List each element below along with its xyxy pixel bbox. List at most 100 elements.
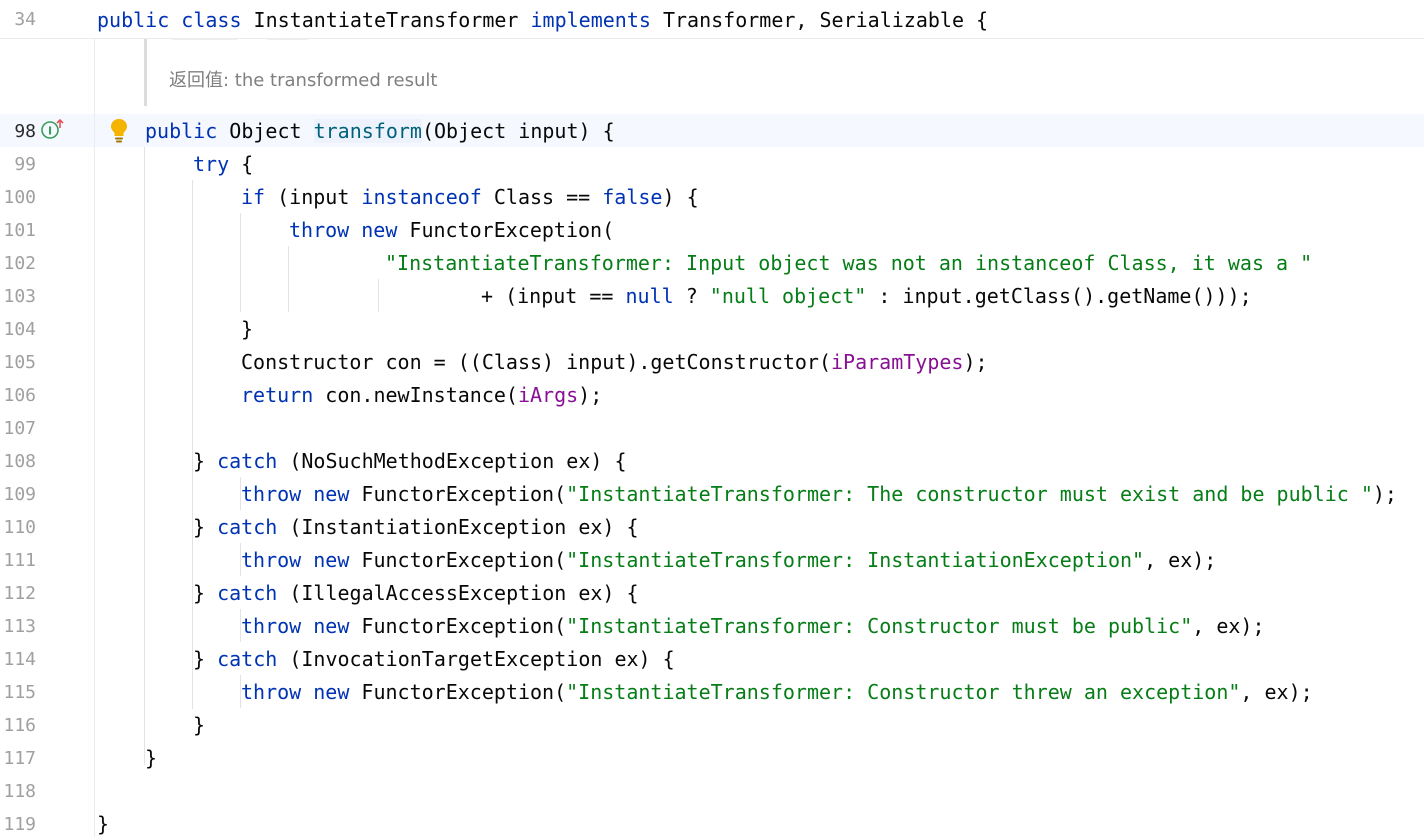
doc-return-value: 返回值: the transformed result	[169, 70, 438, 91]
code-token: "InstantiateTransformer: Constructor thr…	[566, 680, 1241, 704]
line-number[interactable]: 107	[0, 417, 36, 441]
code-token: iArgs	[517, 383, 579, 407]
indent-guide	[240, 213, 241, 312]
line-number[interactable]: 111	[0, 549, 36, 573]
indent-guide	[192, 180, 193, 709]
code-token: {	[229, 152, 254, 176]
line-number[interactable]: 114	[0, 648, 36, 672]
gutter-separator	[94, 38, 95, 837]
code-line[interactable]: throw new FunctorException("InstantiateT…	[241, 548, 1216, 572]
line-number[interactable]: 100	[0, 186, 36, 210]
code-token: FunctorException(	[349, 680, 567, 704]
code-token: }	[97, 812, 110, 836]
line-number[interactable]: 117	[0, 747, 36, 771]
code-token: }	[145, 746, 158, 770]
line-number[interactable]: 116	[0, 714, 36, 738]
code-line[interactable]: }	[241, 317, 253, 341]
code-line[interactable]: throw new FunctorException(	[289, 218, 614, 242]
line-number[interactable]: 118	[0, 780, 36, 804]
code-line[interactable]: throw new FunctorException("InstantiateT…	[241, 614, 1265, 638]
lightbulb-icon[interactable]	[109, 118, 129, 144]
sticky-class-header[interactable]: 34 public class InstantiateTransformer i…	[0, 0, 1424, 39]
implements-method-icon[interactable]: I	[40, 119, 64, 141]
code-token: Object	[229, 119, 314, 143]
code-line[interactable]: throw new FunctorException("InstantiateT…	[241, 680, 1313, 704]
code-line[interactable]: if (input instanceof Class == false) {	[241, 185, 699, 209]
code-token: Transformer, Serializable {	[662, 8, 989, 32]
code-line[interactable]: throw new FunctorException("InstantiateT…	[241, 482, 1397, 506]
code-token: false	[602, 185, 663, 209]
code-token: null	[625, 284, 674, 308]
code-line[interactable]: "InstantiateTransformer: Input object wa…	[385, 251, 1312, 275]
code-token: throw new	[289, 218, 398, 242]
code-token: );	[963, 350, 988, 374]
indent-guide	[144, 147, 145, 765]
code-token: "null object"	[709, 284, 867, 308]
code-token: try	[193, 152, 230, 176]
code-token: throw new	[241, 548, 350, 572]
line-number[interactable]: 109	[0, 483, 36, 507]
code-token: Class ==	[481, 185, 603, 209]
svg-text:I: I	[48, 125, 52, 138]
line-number[interactable]: 108	[0, 450, 36, 474]
code-token: transform	[313, 119, 422, 143]
code-token: Constructor con = ((Class) input).getCon…	[241, 350, 832, 374]
line-number[interactable]: 101	[0, 219, 36, 243]
code-token: FunctorException(	[349, 614, 567, 638]
code-line[interactable]: + (input == null ? "null object" : input…	[481, 284, 1252, 308]
code-line[interactable]: return con.newInstance(iArgs);	[241, 383, 602, 407]
code-token: , ex);	[1192, 614, 1265, 638]
code-token: FunctorException(	[349, 482, 567, 506]
code-token: , ex);	[1144, 548, 1217, 572]
line-number[interactable]: 112	[0, 582, 36, 606]
line-number[interactable]: 102	[0, 252, 36, 276]
code-token: iParamTypes	[831, 350, 964, 374]
code-token: );	[1372, 482, 1397, 506]
code-token: throw new	[241, 614, 350, 638]
code-line[interactable]: try {	[193, 152, 253, 176]
doc-comment-bar	[144, 38, 147, 106]
code-token: public class	[97, 8, 254, 32]
code-token: "InstantiateTransformer: The constructor…	[566, 482, 1373, 506]
code-line[interactable]: } catch (InvocationTargetException ex) {	[193, 647, 675, 671]
line-number[interactable]: 103	[0, 285, 36, 309]
code-line[interactable]: } catch (IllegalAccessException ex) {	[193, 581, 639, 605]
line-number[interactable]: 99	[0, 153, 36, 177]
line-number[interactable]: 104	[0, 318, 36, 342]
line-number[interactable]: 34	[0, 8, 36, 32]
code-line[interactable]: } catch (InstantiationException ex) {	[193, 515, 639, 539]
line-number[interactable]: 113	[0, 615, 36, 639]
line-number[interactable]: 106	[0, 384, 36, 408]
code-editor[interactable]: 返回值: the transformed result 34 public cl…	[0, 0, 1424, 837]
code-token: }	[193, 713, 206, 737]
code-token: }	[241, 317, 254, 341]
code-line[interactable]: Constructor con = ((Class) input).getCon…	[241, 350, 988, 374]
code-token: throw new	[241, 482, 350, 506]
indent-guide	[378, 279, 379, 312]
code-line[interactable]: }	[145, 746, 157, 770]
code-token: (InstantiationException ex) {	[277, 515, 639, 539]
code-line[interactable]: public Object transform(Object input) {	[145, 119, 615, 143]
code-token: }	[193, 581, 218, 605]
code-token: + (input ==	[481, 284, 626, 308]
code-line[interactable]: }	[97, 812, 109, 836]
code-token: catch	[217, 515, 278, 539]
line-number[interactable]: 110	[0, 516, 36, 540]
code-token: public	[145, 119, 230, 143]
code-token: ?	[673, 284, 710, 308]
line-number[interactable]: 119	[0, 813, 36, 837]
code-token: (IllegalAccessException ex) {	[277, 581, 639, 605]
sticky-class-declaration[interactable]: public class InstantiateTransformer impl…	[97, 8, 988, 32]
code-token: implements	[530, 8, 663, 32]
line-number[interactable]: 98	[0, 120, 36, 144]
code-token: throw new	[241, 680, 350, 704]
code-token: (InvocationTargetException ex) {	[277, 647, 675, 671]
code-token: InstantiateTransformer	[253, 8, 531, 32]
line-number[interactable]: 105	[0, 351, 36, 375]
code-token: if	[241, 185, 266, 209]
code-token: return	[241, 383, 314, 407]
code-line[interactable]: }	[193, 713, 205, 737]
code-token: FunctorException(	[397, 218, 615, 242]
line-number[interactable]: 115	[0, 681, 36, 705]
code-line[interactable]: } catch (NoSuchMethodException ex) {	[193, 449, 627, 473]
